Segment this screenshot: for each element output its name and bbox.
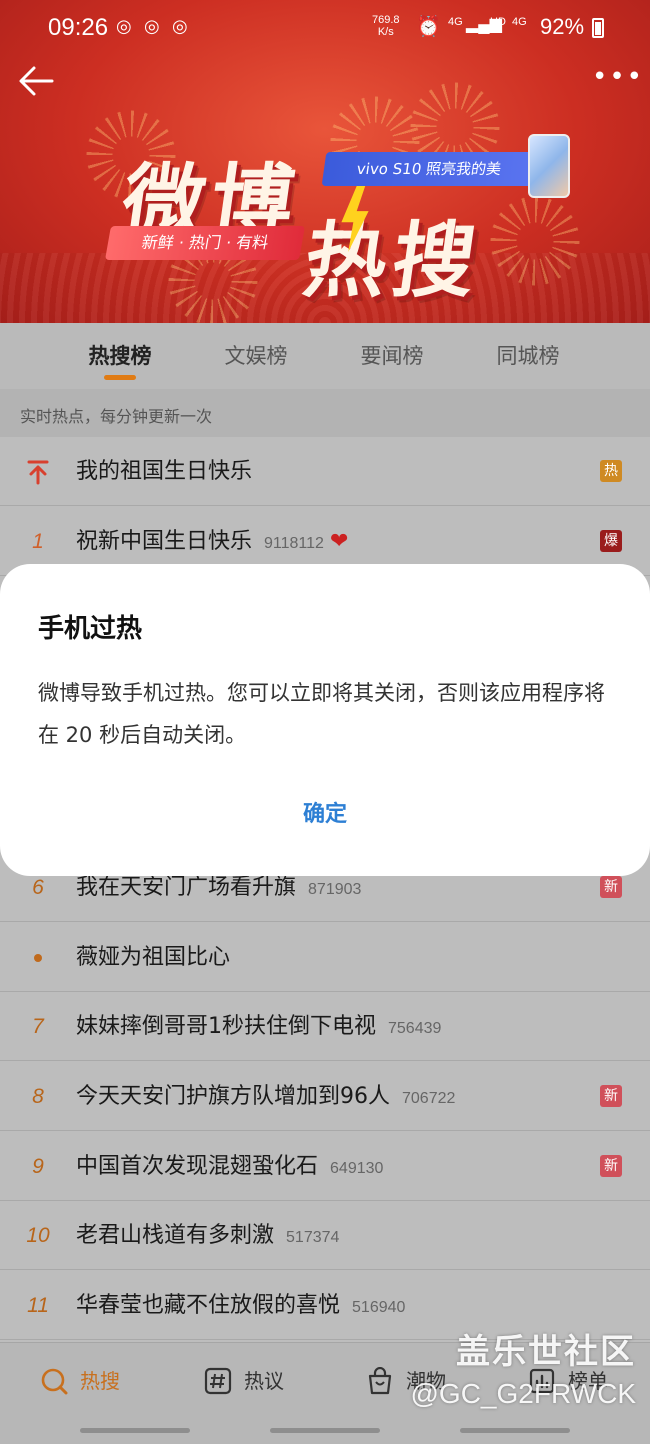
heat-count: 871903 xyxy=(308,881,362,898)
heat-count: 9118112 xyxy=(264,535,324,552)
hot-badge: 热 xyxy=(600,460,622,482)
banner-slogan: 新鲜 · 热门 · 有料 xyxy=(105,226,305,260)
list-item[interactable]: 我的祖国生日快乐 热 xyxy=(0,437,650,506)
list-item-title: 薇娅为祖国比心 xyxy=(76,923,230,992)
network-speed-unit: K/s xyxy=(377,26,394,38)
banner-title-line2: 热搜 xyxy=(298,213,488,309)
banner-ad-label[interactable]: vivo S10 照亮我的美 xyxy=(321,152,537,186)
tab-entertainment[interactable]: 文娱榜 xyxy=(191,323,321,389)
rank-number: 9 xyxy=(32,1155,44,1178)
pin-top-icon xyxy=(27,460,49,485)
status-bar: 09:26 ◎ ◎ ◎ 769.8 K/s ⏰ 4G ▂▄▆ HD 4G 92% xyxy=(0,0,650,56)
list-item-title: 我的祖国生日快乐 xyxy=(76,437,252,506)
weibo-icon: ◎ xyxy=(116,16,132,37)
list-item[interactable]: 10 老君山栈道有多刺激 517374 xyxy=(0,1201,650,1270)
rank-number: 8 xyxy=(32,1085,44,1108)
back-arrow-icon xyxy=(19,66,54,96)
list-item-title-text: 我的祖国生日快乐 xyxy=(76,459,253,484)
watermark-line2: @GC_G2FRWCK xyxy=(410,1378,637,1409)
watermark-line1: 盖乐世社区 xyxy=(456,1332,636,1372)
boom-badge: 爆 xyxy=(600,530,622,552)
list-item-title-text: 今天天安门护旗方队增加到96人 xyxy=(76,1084,390,1109)
weibo-icon: ◎ xyxy=(172,16,188,37)
ranking-tabs: 热搜榜 文娱榜 要闻榜 同城榜 xyxy=(0,323,650,389)
gesture-bar xyxy=(460,1428,570,1433)
signal-4g-label: 4G xyxy=(448,16,463,28)
more-dots-icon: ••• xyxy=(592,62,645,92)
dialog-message: 微博导致手机过热。您可以立即将其关闭，否则该应用程序将在 20 秒后自动关闭。 xyxy=(38,681,605,747)
tab-local[interactable]: 同城榜 xyxy=(463,323,593,389)
list-item-title: 今天天安门护旗方队增加到96人 706722 xyxy=(76,1062,455,1131)
list-item-title-text: 中国首次发现混翅蛩化石 xyxy=(76,1154,319,1179)
heat-count: 516940 xyxy=(352,1299,406,1316)
weibo-icon: ◎ xyxy=(144,16,160,37)
heart-icon: ❤ xyxy=(329,529,349,554)
signal-4g-label-2: 4G xyxy=(512,16,527,28)
more-options-button[interactable]: ••• xyxy=(592,64,642,94)
rank-number: 11 xyxy=(27,1294,49,1317)
new-badge: 新 xyxy=(600,1085,622,1107)
dialog-title: 手机过热 xyxy=(38,614,143,644)
hot-search-icon xyxy=(41,1368,68,1395)
back-button[interactable] xyxy=(14,62,60,100)
gesture-bar xyxy=(80,1428,190,1433)
list-item-title: 华春莹也藏不住放假的喜悦 516940 xyxy=(76,1271,405,1340)
battery-icon xyxy=(592,18,604,38)
list-item[interactable]: 薇娅为祖国比心 xyxy=(0,923,650,992)
nav-label: 热搜 xyxy=(80,1369,120,1393)
heat-count: 517374 xyxy=(286,1229,340,1246)
heat-count: 649130 xyxy=(330,1160,384,1177)
active-tab-indicator xyxy=(104,375,136,380)
alarm-icon: ⏰ xyxy=(416,14,441,38)
heat-count: 706722 xyxy=(402,1090,456,1107)
list-item-title-text: 祝新中国生日快乐 xyxy=(76,529,253,554)
list-item-title: 妹妹摔倒哥哥1秒扶住倒下电视 756439 xyxy=(76,992,441,1061)
hashtag-icon xyxy=(204,1367,232,1395)
list-item[interactable]: 8 今天天安门护旗方队增加到96人 706722 新 xyxy=(0,1062,650,1131)
nav-label: 热议 xyxy=(244,1369,284,1393)
confirm-button[interactable]: 确定 xyxy=(275,790,375,840)
overheat-dialog: 手机过热 微博导致手机过热。您可以立即将其关闭，否则该应用程序将在 20 秒后自… xyxy=(0,564,650,876)
list-item-title-text: 妹妹摔倒哥哥1秒扶住倒下电视 xyxy=(76,1014,376,1039)
new-badge: 新 xyxy=(600,1155,622,1177)
network-speed: 769.8 K/s xyxy=(372,14,400,38)
battery-percent: 92% xyxy=(540,14,585,39)
phone-ad-image xyxy=(528,134,570,198)
list-item[interactable]: 9 中国首次发现混翅蛩化石 649130 新 xyxy=(0,1132,650,1201)
status-time: 09:26 xyxy=(48,14,109,41)
promoted-dot-icon xyxy=(34,954,42,962)
nav-discussion[interactable]: 热议 xyxy=(162,1343,324,1421)
list-item-title-text: 我在天安门广场看升旗 xyxy=(76,875,297,900)
list-item-title-text: 薇娅为祖国比心 xyxy=(76,945,231,970)
list-item-title-text: 老君山栈道有多刺激 xyxy=(76,1223,275,1248)
list-item-title: 中国首次发现混翅蛩化石 649130 xyxy=(76,1132,383,1201)
shopping-bag-icon xyxy=(368,1367,392,1395)
nav-hot-search[interactable]: 热搜 xyxy=(0,1343,162,1421)
update-info: 实时热点，每分钟更新一次 xyxy=(0,389,650,437)
list-item-title: 老君山栈道有多刺激 517374 xyxy=(76,1201,339,1270)
tab-news[interactable]: 要闻榜 xyxy=(327,323,457,389)
gesture-bar xyxy=(270,1428,380,1433)
heat-count: 756439 xyxy=(388,1020,442,1037)
hd-label: HD xyxy=(490,16,506,28)
rank-number: 7 xyxy=(32,1015,44,1038)
network-speed-value: 769.8 xyxy=(372,14,400,26)
rank-number: 10 xyxy=(26,1224,50,1247)
list-item[interactable]: 7 妹妹摔倒哥哥1秒扶住倒下电视 756439 xyxy=(0,992,650,1061)
new-badge: 新 xyxy=(600,876,622,898)
community-watermark: 盖乐世社区 @GC_G2FRWCK xyxy=(400,1330,650,1414)
list-item-title-text: 华春莹也藏不住放假的喜悦 xyxy=(76,1293,341,1318)
